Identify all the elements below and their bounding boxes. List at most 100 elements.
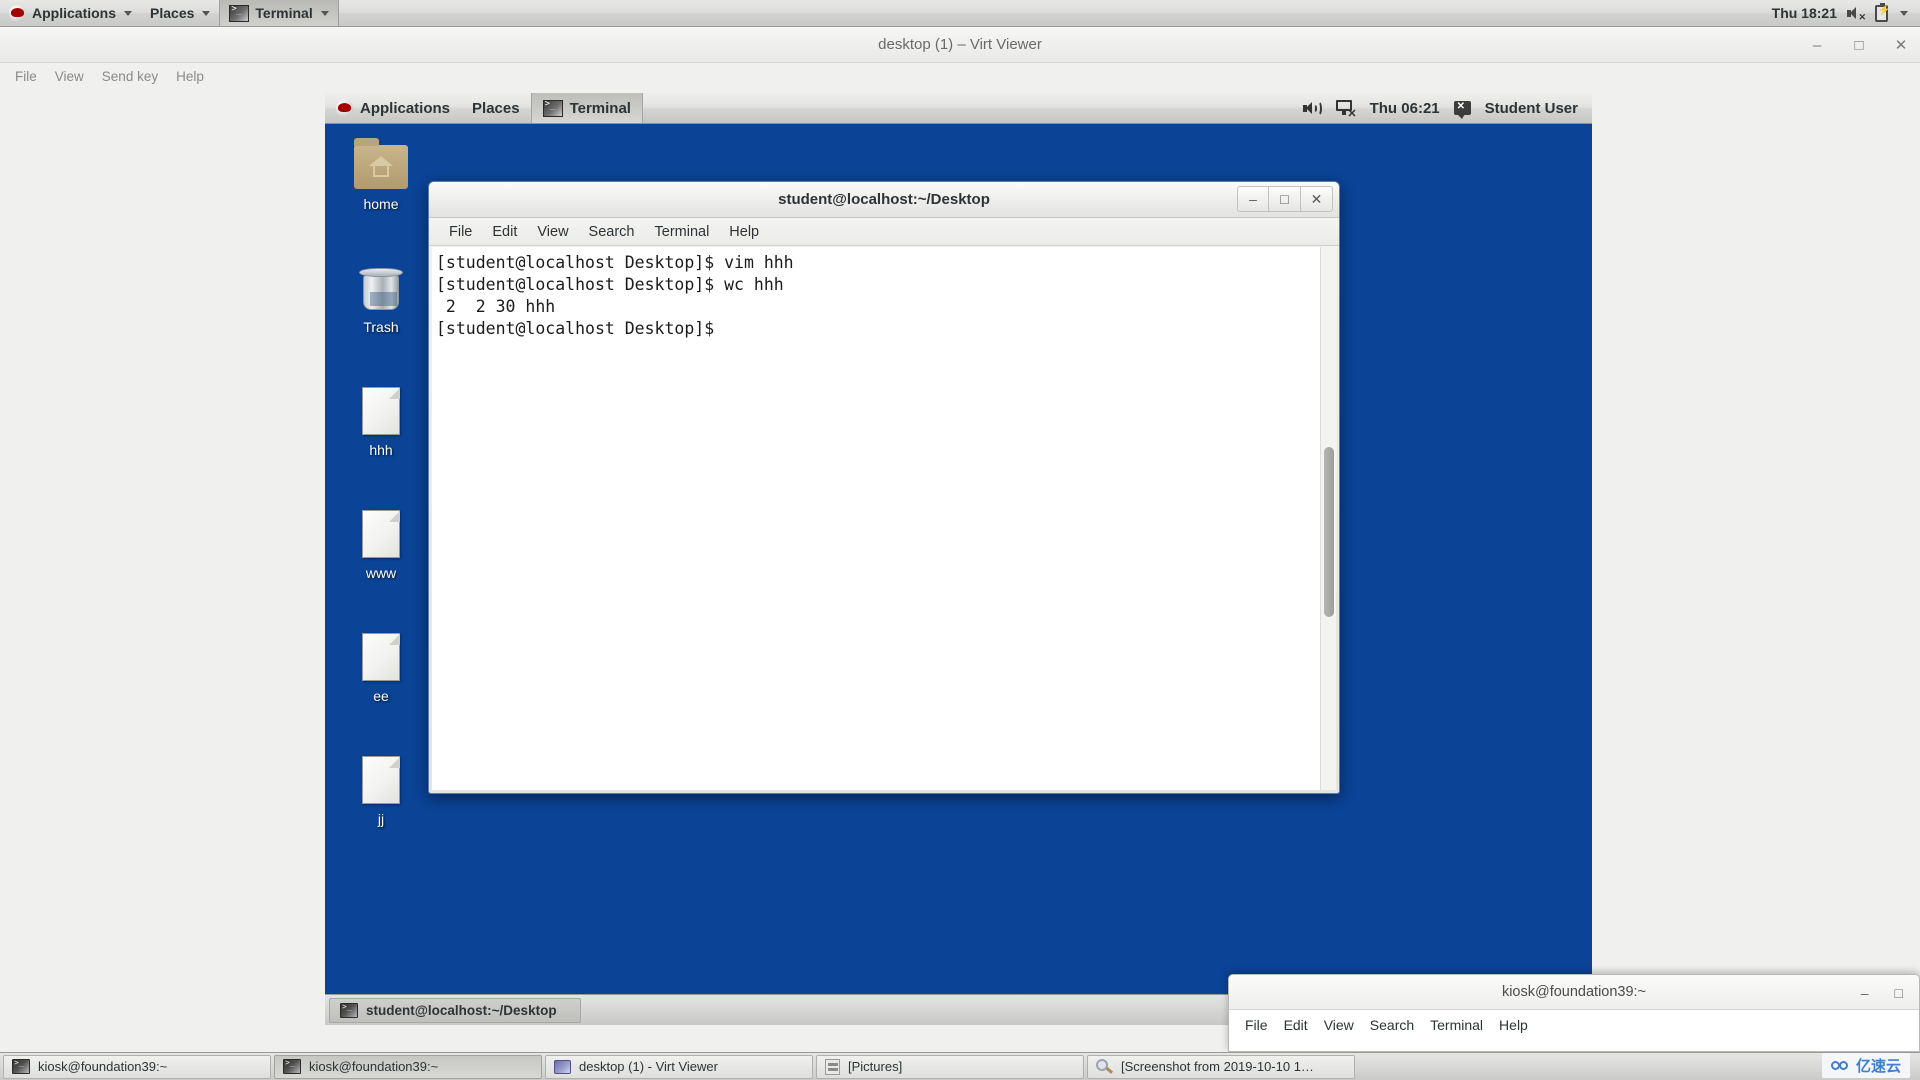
terminal-scrollbar[interactable]: [1320, 247, 1336, 790]
menu-send-key[interactable]: Send key: [93, 63, 167, 90]
watermark-label: 亿速云: [1855, 1058, 1901, 1075]
taskbar-item-kiosk-2[interactable]: kiosk@foundation39:~: [274, 1054, 542, 1079]
menu-terminal[interactable]: Terminal: [645, 218, 720, 246]
close-button[interactable]: ✕: [1892, 36, 1910, 54]
menu-edit[interactable]: Edit: [482, 218, 527, 246]
guest-terminal-menubar: File Edit View Search Terminal Help: [429, 218, 1339, 246]
maximize-button[interactable]: □: [1895, 985, 1903, 1001]
menu-edit[interactable]: Edit: [1276, 1017, 1316, 1033]
background-terminal-window[interactable]: kiosk@foundation39:~ – □ File Edit View …: [1228, 974, 1920, 1052]
terminal-icon: [542, 99, 563, 117]
taskbar-item-label: kiosk@foundation39:~: [38, 1059, 168, 1074]
desktop-icon-jj[interactable]: jj: [329, 750, 433, 827]
menu-search[interactable]: Search: [1362, 1017, 1422, 1033]
virt-viewer-menubar: File View Send key Help: [0, 63, 1920, 90]
guest-terminal-label: Terminal: [569, 99, 631, 117]
background-terminal-menubar: File Edit View Search Terminal Help: [1229, 1010, 1919, 1040]
menu-file[interactable]: File: [6, 63, 46, 90]
taskbar-item-virt-viewer[interactable]: desktop (1) - Virt Viewer: [545, 1054, 813, 1079]
chevron-down-icon[interactable]: [1900, 10, 1908, 16]
speaker-muted-icon[interactable]: ✕: [1847, 6, 1866, 22]
network-disconnected-icon[interactable]: ✕: [1335, 99, 1357, 120]
maximize-button[interactable]: □: [1269, 186, 1301, 212]
host-places-menu[interactable]: Places: [141, 0, 219, 26]
guest-places-menu[interactable]: Places: [461, 93, 531, 123]
guest-top-panel: Applications Places Terminal ✕ Thu 06:21…: [325, 93, 1592, 124]
menu-help[interactable]: Help: [167, 63, 213, 90]
host-terminal-task[interactable]: Terminal: [219, 0, 339, 26]
desktop-icon-label: www: [365, 565, 397, 581]
desktop-icon-trash[interactable]: Trash: [329, 258, 433, 335]
taskbar-item-label: desktop (1) - Virt Viewer: [579, 1059, 718, 1074]
menu-help[interactable]: Help: [1491, 1017, 1536, 1033]
guest-applications-label: Applications: [360, 99, 451, 117]
guest-terminal-window: student@localhost:~/Desktop – □ ✕ File E…: [428, 181, 1340, 794]
maximize-button[interactable]: □: [1850, 37, 1868, 54]
guest-clock[interactable]: Thu 06:21: [1370, 100, 1440, 117]
taskbar-item-kiosk-1[interactable]: kiosk@foundation39:~: [3, 1054, 271, 1079]
guest-user-label[interactable]: Student User: [1485, 100, 1578, 117]
background-terminal-title: kiosk@foundation39:~: [1501, 984, 1647, 1000]
host-clock[interactable]: Thu 18:21: [1772, 5, 1837, 21]
menu-view[interactable]: View: [527, 218, 578, 246]
background-terminal-window-buttons: – □: [1861, 975, 1903, 1010]
menu-file[interactable]: File: [1237, 1017, 1276, 1033]
host-applications-menu[interactable]: Applications: [0, 0, 141, 26]
desktop-icon-ee[interactable]: ee: [329, 627, 433, 704]
guest-terminal-window-buttons: – □ ✕: [1237, 186, 1333, 212]
guest-terminal-body: [student@localhost Desktop]$ vim hhh [st…: [432, 247, 1336, 790]
pictures-icon: [825, 1058, 840, 1075]
close-button[interactable]: ✕: [1301, 186, 1333, 212]
folder-home-icon: [329, 135, 433, 189]
desktop-icon-label: jj: [377, 811, 385, 827]
menu-terminal[interactable]: Terminal: [1422, 1017, 1491, 1033]
minimize-button[interactable]: –: [1861, 985, 1869, 1001]
host-panel-tray: Thu 18:21 ✕: [1772, 2, 1920, 22]
host-terminal-label: Terminal: [255, 5, 313, 21]
host-applications-label: Applications: [32, 5, 117, 21]
taskbar-item-pictures[interactable]: [Pictures]: [816, 1054, 1084, 1079]
terminal-icon: [283, 1058, 301, 1074]
chat-icon[interactable]: [1453, 100, 1471, 119]
file-icon: [329, 627, 433, 681]
chevron-down-icon: [320, 10, 329, 16]
terminal-icon: [12, 1058, 30, 1074]
desktop-icon-hhh[interactable]: hhh: [329, 381, 433, 458]
minimize-button[interactable]: –: [1808, 37, 1826, 54]
terminal-icon: [229, 4, 250, 22]
virt-viewer-title: desktop (1) – Virt Viewer: [878, 36, 1042, 53]
file-icon: [329, 381, 433, 435]
host-places-label: Places: [150, 5, 195, 21]
taskbar-item-label: [Screenshot from 2019-10-10 1…: [1121, 1059, 1314, 1074]
redhat-logo-icon: [9, 4, 26, 22]
guest-terminal-titlebar[interactable]: student@localhost:~/Desktop – □ ✕: [429, 182, 1339, 218]
guest-applications-menu[interactable]: Applications: [325, 93, 461, 123]
menu-view[interactable]: View: [1316, 1017, 1362, 1033]
cloud-icon: [1830, 1059, 1851, 1072]
menu-view[interactable]: View: [46, 63, 93, 90]
desktop-icon-label: hhh: [369, 442, 393, 458]
guest-taskbar-item[interactable]: student@localhost:~/Desktop: [329, 997, 581, 1023]
minimize-button[interactable]: –: [1237, 186, 1269, 212]
file-icon: [329, 504, 433, 558]
menu-search[interactable]: Search: [579, 218, 645, 246]
menu-file[interactable]: File: [439, 218, 482, 246]
desktop-icon-label: Trash: [363, 319, 399, 335]
chevron-down-icon: [202, 10, 211, 16]
monitor-icon: [554, 1059, 571, 1074]
scrollbar-thumb[interactable]: [1324, 447, 1334, 617]
menu-help[interactable]: Help: [719, 218, 769, 246]
background-terminal-titlebar[interactable]: kiosk@foundation39:~ – □: [1229, 975, 1919, 1010]
desktop-icon-home[interactable]: home: [329, 135, 433, 212]
desktop-icon-label: home: [363, 196, 399, 212]
guest-terminal-task[interactable]: Terminal: [530, 93, 643, 123]
virt-viewer-titlebar[interactable]: desktop (1) – Virt Viewer – □ ✕: [0, 27, 1920, 63]
taskbar-item-label: kiosk@foundation39:~: [309, 1059, 439, 1074]
virt-viewer-window-buttons: – □ ✕: [1808, 27, 1910, 63]
taskbar-item-screenshot[interactable]: [Screenshot from 2019-10-10 1…: [1087, 1054, 1355, 1079]
desktop-icon-www[interactable]: www: [329, 504, 433, 581]
battery-charging-icon[interactable]: [1875, 2, 1890, 22]
volume-icon[interactable]: [1302, 100, 1322, 116]
terminal-output[interactable]: [student@localhost Desktop]$ vim hhh [st…: [432, 247, 1320, 790]
image-viewer-icon: [1096, 1058, 1113, 1075]
